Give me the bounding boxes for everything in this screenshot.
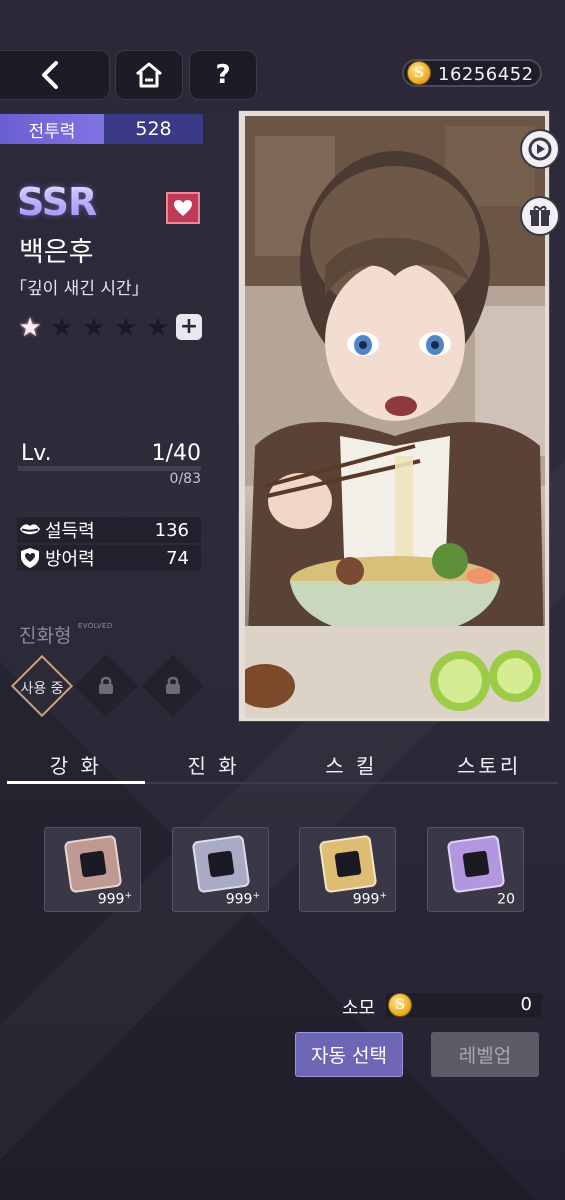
currency-amount: 16256452: [438, 64, 534, 85]
plus-icon: +: [179, 314, 199, 339]
level-value: 1/40: [151, 441, 201, 466]
stat-persuasion: 설득력 136: [17, 517, 201, 543]
tab-skill[interactable]: 스 킬: [283, 746, 421, 782]
home-button[interactable]: [115, 50, 183, 100]
character-name: 백은후: [19, 237, 94, 268]
level-label: Lv.: [21, 441, 52, 466]
material-item[interactable]: 20: [427, 827, 524, 912]
material-chip-icon: [318, 834, 378, 894]
back-button[interactable]: [0, 50, 110, 100]
level-up-button[interactable]: 레벨업: [431, 1032, 539, 1077]
favorite-button[interactable]: [166, 192, 200, 224]
help-button[interactable]: ?: [189, 50, 257, 100]
star-empty-icon: ★: [50, 313, 74, 343]
tab-enhance[interactable]: 강 화: [7, 746, 145, 784]
combat-power-value: 528: [104, 114, 203, 144]
gold-coin-icon: S: [388, 993, 412, 1017]
material-chip-icon: [63, 834, 123, 894]
evolution-label: 진화형: [19, 625, 72, 647]
gold-coin-icon: S: [407, 61, 431, 85]
stat-name: 설득력: [45, 521, 95, 542]
cost-bar: S: [386, 993, 542, 1017]
material-item[interactable]: 999+: [299, 827, 396, 912]
star-empty-icon: ★: [146, 313, 170, 343]
stat-name: 방어력: [45, 549, 95, 570]
stat-defense: 방어력 74: [17, 545, 201, 571]
lock-icon: [164, 675, 182, 700]
star-empty-icon: ★: [82, 313, 106, 343]
evolution-sublabel: EVOLVED: [78, 622, 113, 630]
rarity-badge: SSR: [17, 180, 97, 224]
gift-button[interactable]: [520, 196, 560, 236]
tab-bar: 강 화 진 화 스 킬 스토리: [7, 746, 558, 784]
heart-icon: [174, 200, 192, 216]
auto-select-button[interactable]: 자동 선택: [295, 1032, 403, 1077]
material-chip-icon: [191, 834, 251, 894]
lips-icon: [19, 519, 41, 541]
star-upgrade-button[interactable]: +: [176, 314, 202, 340]
shield-heart-icon: [19, 547, 41, 569]
stat-value: 136: [154, 519, 189, 541]
material-chip-icon: [446, 834, 506, 894]
material-item[interactable]: 999+: [44, 827, 141, 912]
star-rating: ★ ★ ★ ★ ★: [16, 314, 172, 342]
replay-button[interactable]: [520, 129, 560, 169]
card-portrait[interactable]: [245, 116, 545, 718]
help-icon: ?: [215, 60, 231, 90]
replay-icon: [528, 137, 552, 161]
star-filled-icon: ★: [18, 313, 42, 343]
star-empty-icon: ★: [114, 313, 138, 343]
material-item[interactable]: 999+: [172, 827, 269, 912]
gift-icon: [530, 206, 550, 226]
combat-power: 전투력 528: [0, 114, 203, 144]
home-icon: [136, 62, 162, 88]
stat-value: 74: [166, 547, 189, 569]
tab-story[interactable]: 스토리: [420, 746, 558, 782]
card-title: 「깊이 새긴 시간」: [10, 279, 149, 299]
chevron-left-icon: [42, 61, 58, 89]
lock-icon: [97, 675, 115, 700]
currency-display: S 16256452: [402, 59, 542, 87]
cost-value: 0: [520, 994, 532, 1015]
exp-value: 0/83: [169, 471, 201, 487]
item-count: 999+: [97, 891, 132, 908]
cost-label: 소모: [342, 998, 376, 1019]
item-count: 20: [497, 892, 515, 908]
combat-power-label: 전투력: [0, 114, 104, 144]
tab-evolve[interactable]: 진 화: [145, 746, 283, 782]
item-count: 999+: [352, 891, 387, 908]
item-count: 999+: [225, 891, 260, 908]
in-use-label: 사용 중: [20, 681, 64, 697]
